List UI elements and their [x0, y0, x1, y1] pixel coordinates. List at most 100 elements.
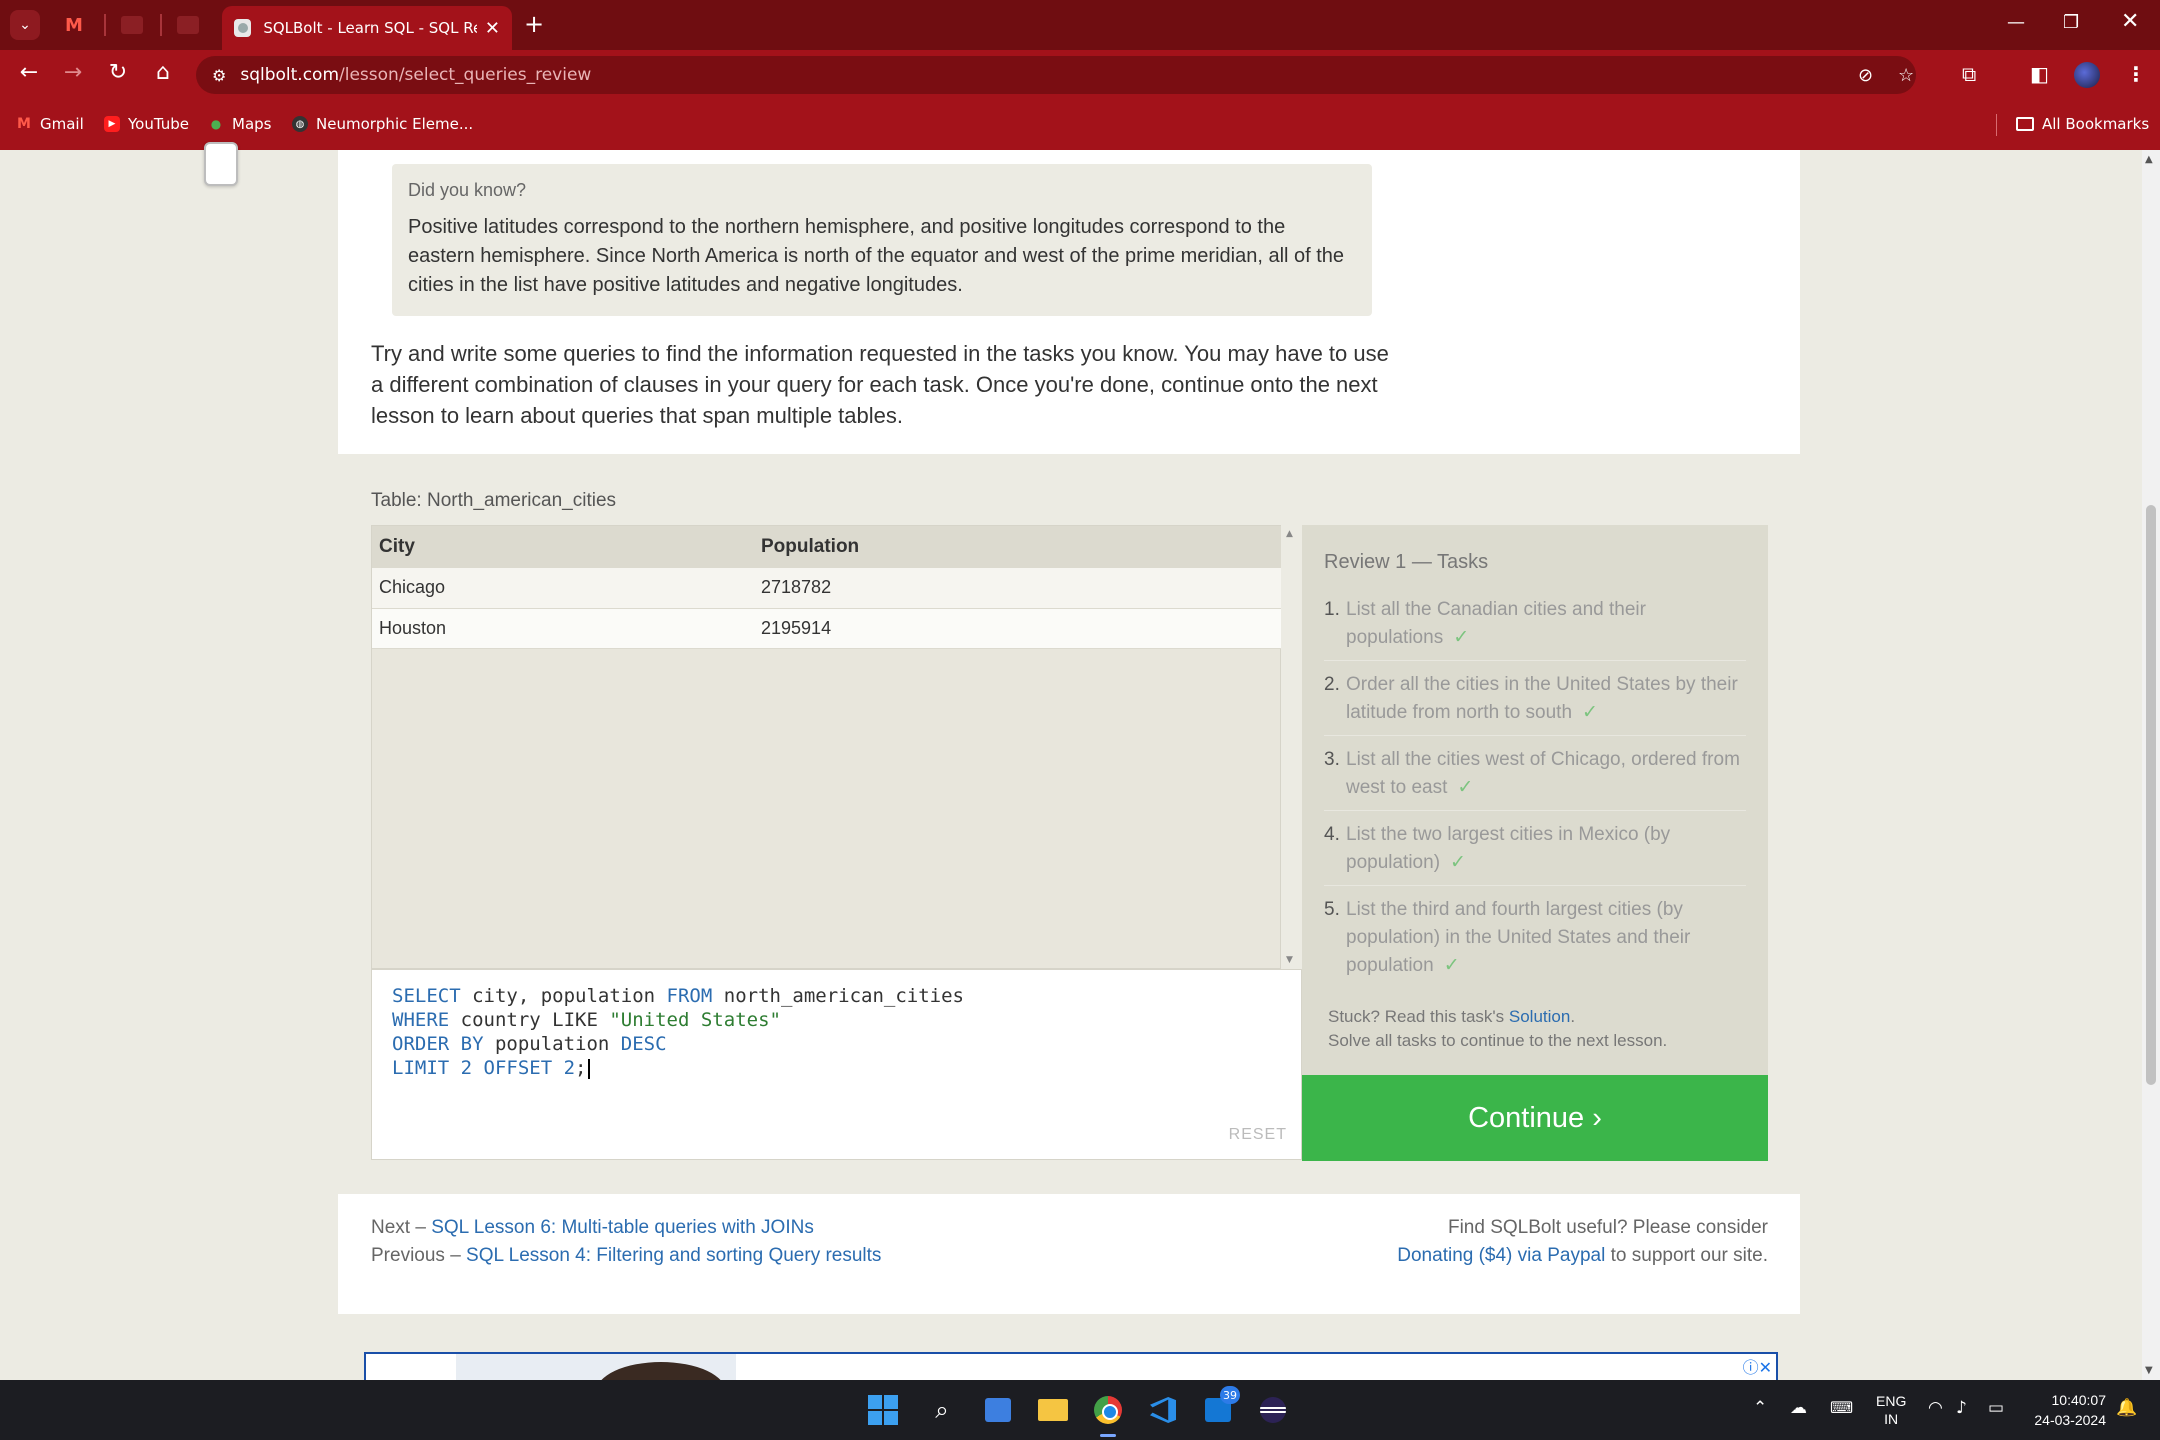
sql-editor[interactable]: SELECT city, population FROM north_ameri… — [371, 969, 1302, 1160]
ad-choices-icon[interactable]: ⓘ✕ — [1743, 1354, 1772, 1378]
scrollbar-thumb[interactable] — [2146, 505, 2156, 1085]
tab-favicon-icon — [121, 16, 143, 34]
task-item: 4. List the two largest cities in Mexico … — [1324, 819, 1746, 886]
page-scrollbar[interactable]: ▲ ▼ — [2142, 150, 2160, 1380]
sql-text: city, population — [460, 985, 667, 1007]
scroll-down-icon[interactable]: ▼ — [2145, 1365, 2153, 1376]
outlook-icon[interactable]: 39 — [1200, 1386, 1240, 1428]
scroll-up-icon[interactable]: ▲ — [1286, 529, 1293, 539]
all-bookmarks-button[interactable]: All Bookmarks — [2016, 115, 2149, 133]
keyboard-icon[interactable]: ⌨ — [1830, 1398, 1853, 1417]
task-number: 3. — [1324, 749, 1340, 770]
chrome-icon[interactable] — [1090, 1392, 1126, 1428]
cell-population: 2718782 — [754, 568, 1282, 609]
task-label: Order all the cities in the United State… — [1346, 674, 1738, 723]
table-row: Houston 2195914 — [372, 608, 1282, 649]
show-hidden-icons-icon[interactable]: ⌃ — [1753, 1398, 1767, 1418]
sql-string: "United States" — [609, 1009, 781, 1031]
floating-checkbox[interactable] — [204, 142, 238, 186]
extensions-icon[interactable]: ⧉ — [1962, 62, 1976, 86]
vscode-icon[interactable] — [1145, 1392, 1181, 1428]
clock-time: 10:40:07 — [2051, 1392, 2107, 1408]
new-tab-button[interactable]: + — [524, 10, 544, 38]
site-info-icon[interactable]: ⚙ — [212, 66, 226, 85]
column-header-population: Population — [754, 526, 1282, 568]
browser-toolbar: ← → ↻ ⌂ ⚙ sqlbolt.com /lesson/select_que… — [0, 50, 2160, 100]
bookmark-gmail[interactable]: M Gmail — [16, 115, 84, 133]
code-line: LIMIT 2 OFFSET 2; — [392, 1056, 1281, 1080]
bookmark-label: Maps — [232, 115, 272, 133]
side-panel-icon[interactable]: ◧ — [2030, 62, 2049, 86]
cell-population: 2195914 — [754, 608, 1282, 649]
bookmark-neumorphic[interactable]: ◍ Neumorphic Eleme... — [292, 115, 473, 133]
column-header-city: City — [372, 526, 754, 568]
continue-button[interactable]: Continue › — [1302, 1075, 1768, 1161]
text-cursor — [588, 1058, 591, 1079]
scroll-down-icon[interactable]: ▼ — [1286, 955, 1293, 965]
battery-icon[interactable]: ▭ — [1988, 1398, 2004, 1418]
donate-link[interactable]: Donating ($4) via Paypal — [1397, 1245, 1605, 1266]
volume-icon[interactable]: ♪ — [1956, 1398, 1967, 1418]
next-prefix: Next – — [371, 1217, 432, 1238]
bookmark-label: Gmail — [40, 115, 84, 133]
solution-link[interactable]: Solution — [1509, 1007, 1570, 1026]
table-row: Chicago 2718782 — [372, 568, 1282, 609]
reset-button[interactable]: RESET — [1229, 1123, 1287, 1147]
more-menu-icon[interactable]: ⋮ — [2126, 62, 2146, 86]
sql-keyword: LIMIT 2 OFFSET 2 — [392, 1057, 576, 1079]
address-bar[interactable]: ⚙ sqlbolt.com /lesson/select_queries_rev… — [196, 56, 1916, 94]
store-icon[interactable] — [980, 1392, 1016, 1428]
sql-text: north_american_cities — [712, 985, 964, 1007]
bookmark-youtube[interactable]: ▶ YouTube — [104, 115, 189, 133]
prev-lesson-link[interactable]: SQL Lesson 4: Filtering and sorting Quer… — [466, 1245, 881, 1266]
task-item: 5. List the third and fourth largest citi… — [1324, 894, 1746, 988]
tab-close-icon[interactable]: ✕ — [485, 18, 500, 39]
donate-note: Find SQLBolt useful? Please consider Don… — [1397, 1214, 1768, 1270]
stuck-line: Stuck? Read this task's Solution. — [1328, 1005, 1667, 1029]
pinned-tab-3[interactable] — [174, 12, 202, 38]
bookmark-maps[interactable]: ● Maps — [208, 115, 272, 133]
eye-off-icon[interactable]: ⊘ — [1858, 65, 1873, 86]
os-taskbar: ⌕ 39 ⌃ ☁ ⌨ ENG IN ◠ ♪ ▭ 10:40:07 24-03-202… — [0, 1380, 2160, 1440]
task-text: Order all the cities in the United State… — [1346, 671, 1746, 727]
tab-search-button[interactable]: ⌄ — [10, 10, 40, 40]
sqlbolt-favicon-icon — [234, 19, 252, 37]
profile-avatar[interactable] — [2074, 62, 2100, 88]
notification-bell-icon[interactable]: 🔔 — [2116, 1398, 2137, 1418]
back-arrow-icon[interactable]: ← — [14, 60, 44, 85]
forward-arrow-icon[interactable]: → — [58, 60, 88, 85]
advertisement-banner[interactable]: ⓘ✕ — [364, 1352, 1778, 1382]
code-line: WHERE country LIKE "United States" — [392, 1008, 1281, 1032]
restore-icon[interactable]: ❐ — [2063, 12, 2079, 33]
all-bookmarks-label: All Bookmarks — [2042, 115, 2150, 133]
tab-title: SQLBolt - Learn SQL - SQL Review — [263, 19, 477, 37]
code-line: ORDER BY population DESC — [392, 1032, 1281, 1056]
home-icon[interactable]: ⌂ — [148, 60, 178, 85]
cell-city: Houston — [372, 608, 754, 649]
eclipse-icon[interactable] — [1255, 1392, 1291, 1428]
tab-strip: ⌄ M SQLBolt - Learn SQL - SQL Review ✕ +… — [0, 0, 2160, 50]
clock[interactable]: 10:40:07 24-03-2024 — [2026, 1390, 2106, 1430]
pinned-tab-gmail[interactable]: M — [60, 12, 88, 38]
task-list: 1. List all the Canadian cities and their… — [1324, 594, 1746, 988]
chevron-down-icon: ⌄ — [19, 17, 31, 33]
bookmark-label: Neumorphic Eleme... — [316, 115, 474, 133]
minimize-icon[interactable]: — — [2007, 12, 2025, 33]
active-tab[interactable]: SQLBolt - Learn SQL - SQL Review ✕ — [222, 6, 512, 50]
onedrive-cloud-icon[interactable]: ☁ — [1790, 1398, 1807, 1418]
bookmark-star-icon[interactable]: ☆ — [1898, 65, 1914, 86]
task-item: 1. List all the Canadian cities and their… — [1324, 594, 1746, 661]
wifi-icon[interactable]: ◠ — [1928, 1398, 1943, 1418]
region-code: IN — [1884, 1411, 1899, 1427]
results-scrollbar[interactable]: ▲ ▼ — [1281, 525, 1301, 969]
pinned-tab-2[interactable] — [118, 12, 146, 38]
prev-lesson-line: Previous – SQL Lesson 4: Filtering and s… — [371, 1242, 881, 1270]
language-indicator[interactable]: ENG IN — [1876, 1392, 1906, 1428]
file-explorer-icon[interactable] — [1035, 1392, 1071, 1428]
windows-start-icon[interactable] — [868, 1395, 898, 1425]
search-icon[interactable]: ⌕ — [924, 1392, 960, 1428]
next-lesson-link[interactable]: SQL Lesson 6: Multi-table queries with J… — [431, 1217, 814, 1238]
scroll-up-icon[interactable]: ▲ — [2145, 154, 2153, 165]
window-close-icon[interactable]: ✕ — [2121, 9, 2139, 34]
reload-icon[interactable]: ↻ — [103, 60, 133, 85]
